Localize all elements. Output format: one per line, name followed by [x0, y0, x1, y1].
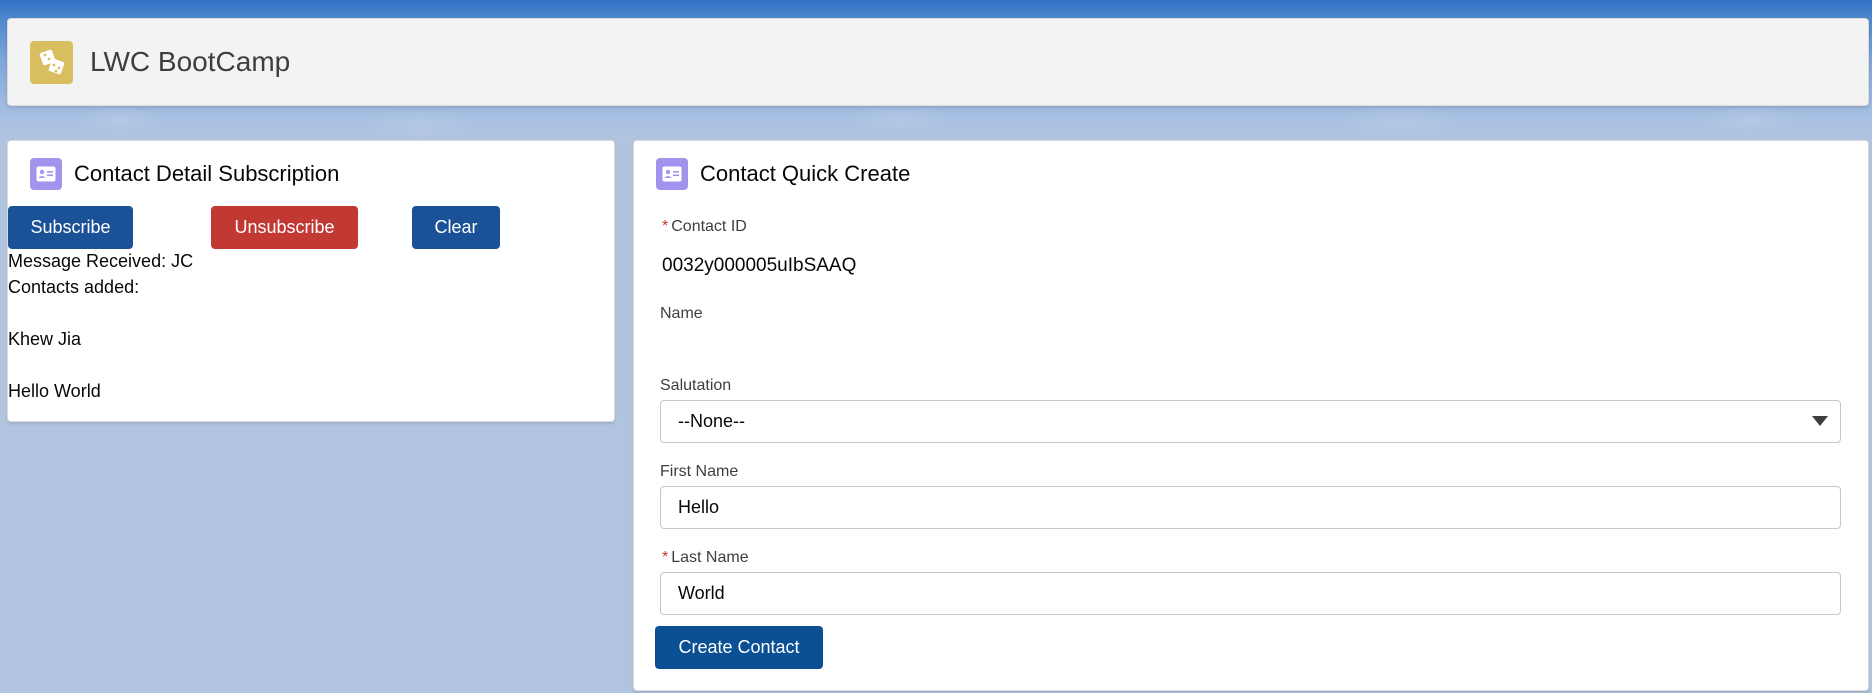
- contact-id-label: * Contact ID: [662, 218, 747, 235]
- first-name-label: First Name: [660, 463, 739, 480]
- contact-list-item: Hello World: [8, 381, 101, 401]
- first-name-input[interactable]: Hello: [660, 486, 1841, 529]
- name-label: Name: [660, 305, 703, 322]
- required-indicator: *: [662, 218, 669, 235]
- contact-detail-subscription-card: Contact Detail Subscription Subscribe Un…: [7, 140, 615, 422]
- create-contact-button[interactable]: Create Contact: [655, 626, 823, 669]
- required-indicator: *: [662, 549, 669, 566]
- chevron-down-icon: [1812, 416, 1828, 426]
- clear-button[interactable]: Clear: [412, 206, 500, 249]
- dice-icon: [30, 40, 73, 84]
- contacts-added-label: Contacts added:: [8, 277, 140, 297]
- contact-card-icon: [30, 158, 62, 190]
- message-received-text: Message Received: JC: [8, 251, 194, 271]
- card-title: Contact Detail Subscription: [74, 161, 340, 186]
- unsubscribe-button[interactable]: Unsubscribe: [211, 206, 358, 249]
- app-title: LWC BootCamp: [90, 46, 291, 77]
- salutation-select[interactable]: --None--: [660, 400, 1841, 443]
- contact-list-item: Khew Jia: [8, 329, 82, 349]
- last-name-label: * Last Name: [662, 549, 749, 566]
- card-title: Contact Quick Create: [700, 161, 911, 186]
- subscribe-button[interactable]: Subscribe: [8, 206, 133, 249]
- card-header: Contact Detail Subscription: [30, 158, 339, 190]
- salutation-selected-value: --None--: [678, 411, 746, 431]
- card-header: Contact Quick Create: [656, 158, 910, 190]
- app-header: LWC BootCamp: [7, 18, 1869, 106]
- contact-id-value: 0032y000005uIbSAAQ: [662, 255, 857, 276]
- salutation-label: Salutation: [660, 377, 732, 394]
- contact-quick-create-card: Contact Quick Create * Contact ID 0032y00…: [633, 140, 1869, 691]
- contact-card-icon: [656, 158, 688, 190]
- last-name-input[interactable]: World: [660, 572, 1841, 615]
